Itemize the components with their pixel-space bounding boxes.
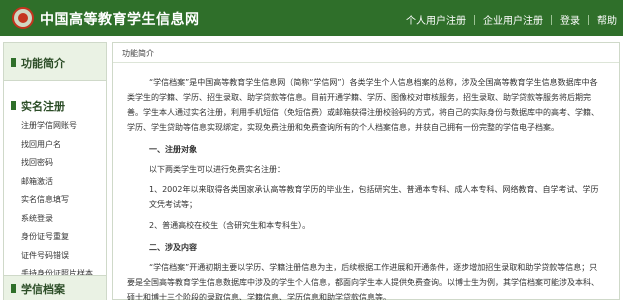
section1-item-2: 2、普通高校在校生（含研究生和本专科生）。 (149, 221, 311, 230)
top-navigation: 个人用户注册 企业用户注册 登录 帮助 (406, 12, 617, 27)
sidebar-archive-title[interactable]: 学信档案 (21, 281, 65, 297)
sidebar-item-register-account[interactable]: 注册学信网账号 (4, 117, 106, 136)
nav-enterprise-register-link[interactable]: 企业用户注册 (483, 12, 543, 27)
section2-paragraph: “学信档案”开通初期主要以学历、学籍注册信息为主，后续根据工作进展和开通条件，逐… (127, 263, 599, 300)
section-bullet-icon (11, 101, 16, 110)
main-panel-title: 功能简介 (122, 49, 154, 58)
sidebar-section-archive[interactable]: 学信档案 (4, 275, 106, 300)
sidebar-realname-list: 注册学信网账号 找回用户名 找回密码 邮箱激活 实名信息填写 系统登录 身份证号… (4, 117, 106, 284)
sidebar-intro-title[interactable]: 功能简介 (21, 55, 65, 71)
section-bullet-icon (11, 284, 16, 293)
sidebar: 功能简介 实名注册 注册学信网账号 找回用户名 找回密码 邮箱激活 实名信息填写… (3, 42, 107, 300)
sidebar-section-realname: 实名注册 (4, 95, 106, 117)
sidebar-item-recover-username[interactable]: 找回用户名 (4, 136, 106, 155)
section1-lead: 以下两类学生可以进行免费实名注册： (149, 165, 285, 174)
nav-help-link[interactable]: 帮助 (597, 12, 617, 27)
nav-personal-register-link[interactable]: 个人用户注册 (406, 12, 466, 27)
intro-paragraph: “学信档案”是中国高等教育学生信息网（简称“学信网”）各类学生个人信息档案的总称… (127, 78, 599, 132)
site-header: 中国高等教育学生信息网 个人用户注册 企业用户注册 登录 帮助 (0, 0, 623, 36)
main-panel-header: 功能简介 (113, 43, 619, 63)
section-bullet-icon (11, 58, 16, 67)
main-content-panel: 功能简介 “学信档案”是中国高等教育学生信息网（简称“学信网”）各类学生个人信息… (112, 42, 620, 300)
nav-divider (588, 14, 589, 25)
sidebar-item-realname-info[interactable]: 实名信息填写 (4, 191, 106, 210)
sidebar-realname-title: 实名注册 (21, 100, 65, 113)
site-title[interactable]: 中国高等教育学生信息网 (40, 9, 200, 29)
nav-divider (474, 14, 475, 25)
main-article: “学信档案”是中国高等教育学生信息网（简称“学信网”）各类学生个人信息档案的总称… (113, 63, 619, 300)
sidebar-section-intro[interactable]: 功能简介 (4, 43, 106, 81)
nav-divider (551, 14, 552, 25)
sidebar-item-id-error[interactable]: 证件号码错误 (4, 247, 106, 266)
sidebar-item-recover-password[interactable]: 找回密码 (4, 154, 106, 173)
section1-heading: 一、注册对象 (149, 145, 197, 154)
logo-emblem (18, 13, 28, 23)
site-logo-icon[interactable] (12, 7, 34, 29)
sidebar-item-id-duplicate[interactable]: 身份证号重复 (4, 228, 106, 247)
sidebar-item-email-activation[interactable]: 邮箱激活 (4, 173, 106, 192)
sidebar-item-system-login[interactable]: 系统登录 (4, 210, 106, 229)
nav-login-link[interactable]: 登录 (560, 12, 580, 27)
section1-item-1: 1、2002年以来取得各类国家承认高等教育学历的毕业生，包括研究生、普通本专科、… (149, 185, 599, 209)
section2-heading: 二、涉及内容 (149, 243, 197, 252)
